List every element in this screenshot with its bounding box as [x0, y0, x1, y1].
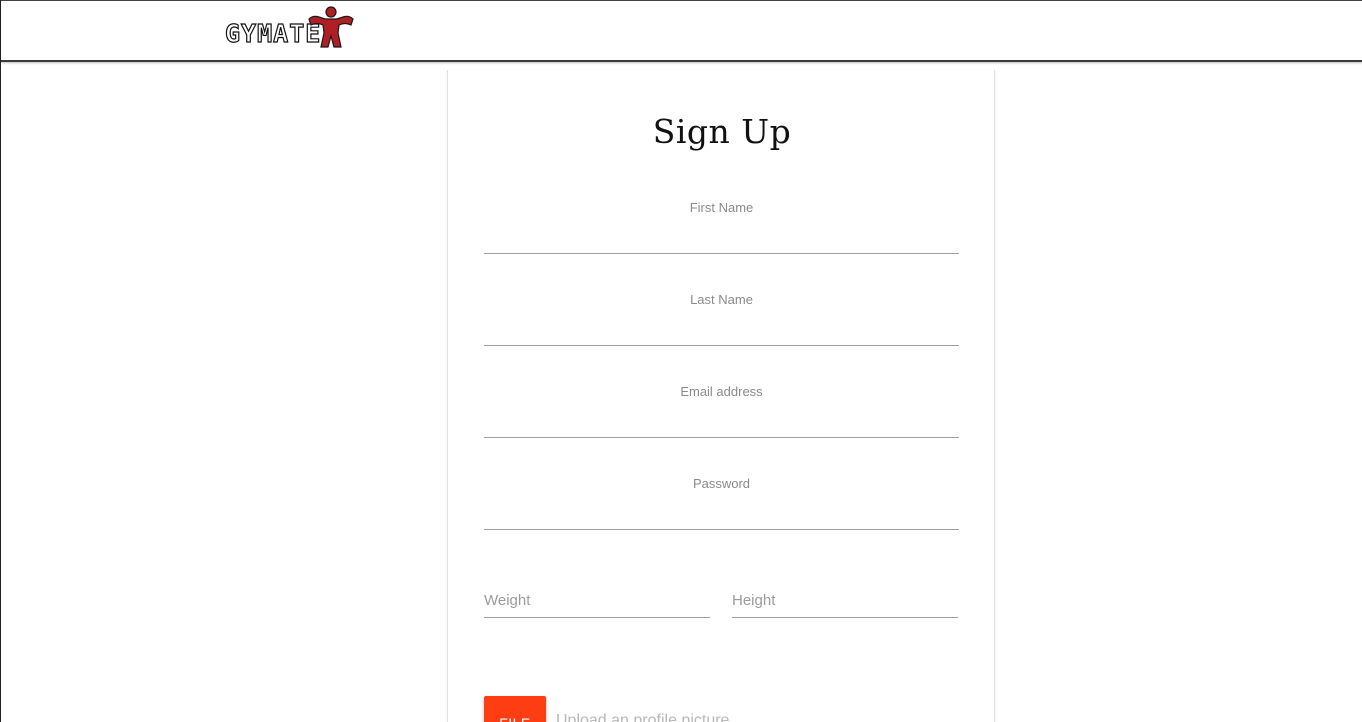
first-name-input[interactable] [484, 222, 959, 254]
weight-input[interactable] [484, 582, 710, 618]
last-name-group: Last Name [484, 292, 959, 358]
flexing-figure-icon [308, 6, 354, 48]
gymate-logo[interactable]: GYMATE [224, 5, 361, 49]
weight-group [484, 582, 710, 618]
file-path-input[interactable] [556, 706, 916, 722]
page: GYMATE Sign Up First Name Last Name Emai… [0, 0, 1362, 722]
file-button[interactable]: FILE [484, 696, 546, 722]
email-group: Email address [484, 384, 959, 450]
height-input[interactable] [732, 582, 958, 618]
height-group [732, 582, 958, 618]
signup-card: Sign Up First Name Last Name Email addre… [447, 70, 995, 722]
last-name-label: Last Name [690, 292, 753, 307]
email-input[interactable] [484, 406, 959, 438]
password-label: Password [692, 476, 751, 491]
last-name-input[interactable] [484, 314, 959, 346]
top-navbar: GYMATE [1, 0, 1362, 62]
password-group: Password [484, 476, 959, 542]
first-name-label: First Name [689, 200, 754, 215]
email-label: Email address [680, 384, 763, 399]
first-name-group: First Name [484, 200, 959, 266]
page-title: Sign Up [652, 112, 792, 151]
password-input[interactable] [484, 498, 959, 530]
